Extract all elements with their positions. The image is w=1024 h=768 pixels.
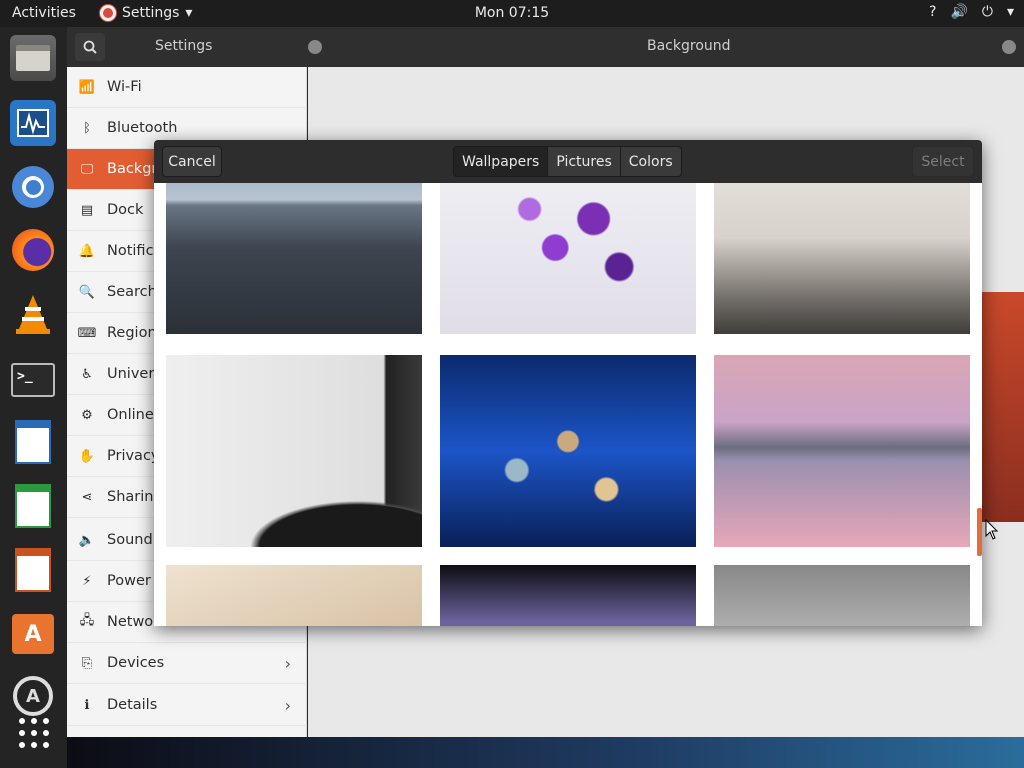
search-icon	[83, 40, 97, 54]
sidebar-item-devices[interactable]: ⎘ Devices ›	[67, 643, 307, 684]
background-icon: 🖵	[80, 161, 94, 177]
power-icon: ⏻	[981, 4, 993, 20]
chevron-right-icon: ›	[284, 653, 291, 673]
universal-access-icon: ♿	[81, 366, 93, 382]
wallpaper-thumbnail[interactable]	[166, 565, 422, 626]
network-status-icon: ?	[929, 4, 937, 20]
sidebar-item-label: Online	[107, 407, 154, 423]
tab-pictures[interactable]: Pictures	[547, 146, 621, 177]
sidebar-item-label: Notific	[107, 243, 154, 259]
wallpaper-thumbnail[interactable]	[440, 355, 696, 547]
devices-icon: ⎘	[81, 655, 93, 671]
chevron-down-icon: ▾	[185, 5, 193, 21]
libreoffice-calc-icon[interactable]	[10, 483, 56, 529]
tray-chevron-down-icon: ▾	[1006, 4, 1014, 20]
wallpaper-grid	[154, 183, 982, 626]
sidebar-item-label: Dock	[107, 202, 144, 218]
wallpaper-thumbnail[interactable]	[714, 565, 970, 626]
vlc-icon[interactable]	[10, 291, 56, 337]
privacy-icon: ✋	[78, 448, 96, 464]
sidebar-item-label: Wi-Fi	[107, 79, 142, 95]
show-applications-icon[interactable]	[18, 717, 50, 749]
sidebar-item-label: Region	[107, 325, 157, 341]
sidebar-item-label: Devices	[107, 655, 165, 671]
bluetooth-icon: ᛒ	[83, 120, 91, 136]
sound-icon: 🔈	[78, 532, 96, 548]
activities-button[interactable]: Activities	[12, 5, 76, 21]
sidebar-window-control-icon[interactable]	[308, 40, 322, 54]
tab-wallpapers[interactable]: Wallpapers	[453, 146, 549, 177]
online-accounts-icon: ⚙	[81, 407, 93, 423]
wallpaper-thumbnail[interactable]	[166, 355, 422, 547]
libreoffice-impress-icon[interactable]	[10, 547, 56, 593]
chevron-right-icon: ›	[284, 695, 291, 715]
mouse-cursor-icon	[985, 519, 999, 540]
page-title: Background	[647, 38, 731, 54]
window-header: Settings Background	[67, 27, 1024, 67]
power-settings-icon: ⚡	[82, 573, 92, 589]
wallpaper-chooser-dialog: Cancel Wallpapers Pictures Colors Select	[154, 140, 982, 626]
system-tray[interactable]: ? 🔊 ⏻ ▾	[929, 4, 1014, 20]
app-menu-label: Settings	[122, 5, 180, 21]
sidebar-item-label: Search	[107, 284, 157, 300]
wallpaper-thumbnail[interactable]	[440, 183, 696, 334]
dock: >_ A A	[0, 27, 67, 768]
top-bar: Activities Settings ▾ Mon 07:15 ? 🔊 ⏻ ▾	[0, 0, 1024, 27]
libreoffice-writer-icon[interactable]	[10, 419, 56, 465]
sidebar-item-label: Sound	[107, 532, 153, 548]
sidebar-item-wifi[interactable]: 📶 Wi-Fi	[67, 67, 307, 108]
volume-icon: 🔊	[950, 4, 968, 20]
sidebar-item-label: Details	[107, 697, 158, 713]
system-monitor-icon[interactable]	[10, 100, 56, 146]
dialog-header: Cancel Wallpapers Pictures Colors Select	[154, 140, 982, 183]
close-window-icon[interactable]	[1002, 40, 1016, 54]
files-icon[interactable]	[10, 35, 56, 81]
search-button[interactable]	[75, 33, 105, 61]
chromium-icon[interactable]	[10, 164, 56, 210]
dock-settings-icon: ▤	[80, 202, 94, 218]
desktop-wallpaper	[67, 737, 1024, 768]
sidebar-item-label: Power	[107, 573, 151, 589]
firefox-icon[interactable]	[10, 227, 56, 273]
background-preview[interactable]	[980, 292, 1024, 522]
sharing-icon: ⋖	[81, 489, 93, 505]
sidebar-item-label: Privacy	[107, 448, 160, 464]
search-settings-icon: 🔍	[78, 284, 96, 300]
terminal-icon[interactable]: >_	[10, 357, 56, 403]
details-icon: ℹ	[84, 697, 90, 713]
sidebar-title: Settings	[155, 38, 213, 54]
network-icon: 🖧	[79, 613, 95, 628]
wifi-icon: 📶	[78, 79, 96, 95]
wallpaper-thumbnail[interactable]	[714, 183, 970, 334]
notifications-icon: 🔔	[78, 243, 96, 259]
app-menu[interactable]: Settings ▾	[100, 5, 192, 21]
region-icon: ⌨	[77, 325, 97, 341]
wallpaper-thumbnail[interactable]	[440, 565, 696, 626]
cancel-button[interactable]: Cancel	[162, 146, 222, 177]
sidebar-item-details[interactable]: ℹ Details ›	[67, 685, 307, 726]
tab-colors[interactable]: Colors	[619, 146, 682, 177]
software-center-icon[interactable]: A	[10, 611, 56, 657]
select-button[interactable]: Select	[912, 146, 974, 177]
sidebar-item-label: Bluetooth	[107, 120, 178, 136]
scrollbar[interactable]	[977, 508, 982, 556]
source-tabs: Wallpapers Pictures Colors	[453, 146, 682, 177]
wallpaper-thumbnail[interactable]	[166, 183, 422, 334]
wallpaper-thumbnail[interactable]	[714, 355, 970, 547]
software-updater-icon[interactable]: A	[10, 673, 56, 719]
settings-gear-icon	[100, 5, 116, 21]
